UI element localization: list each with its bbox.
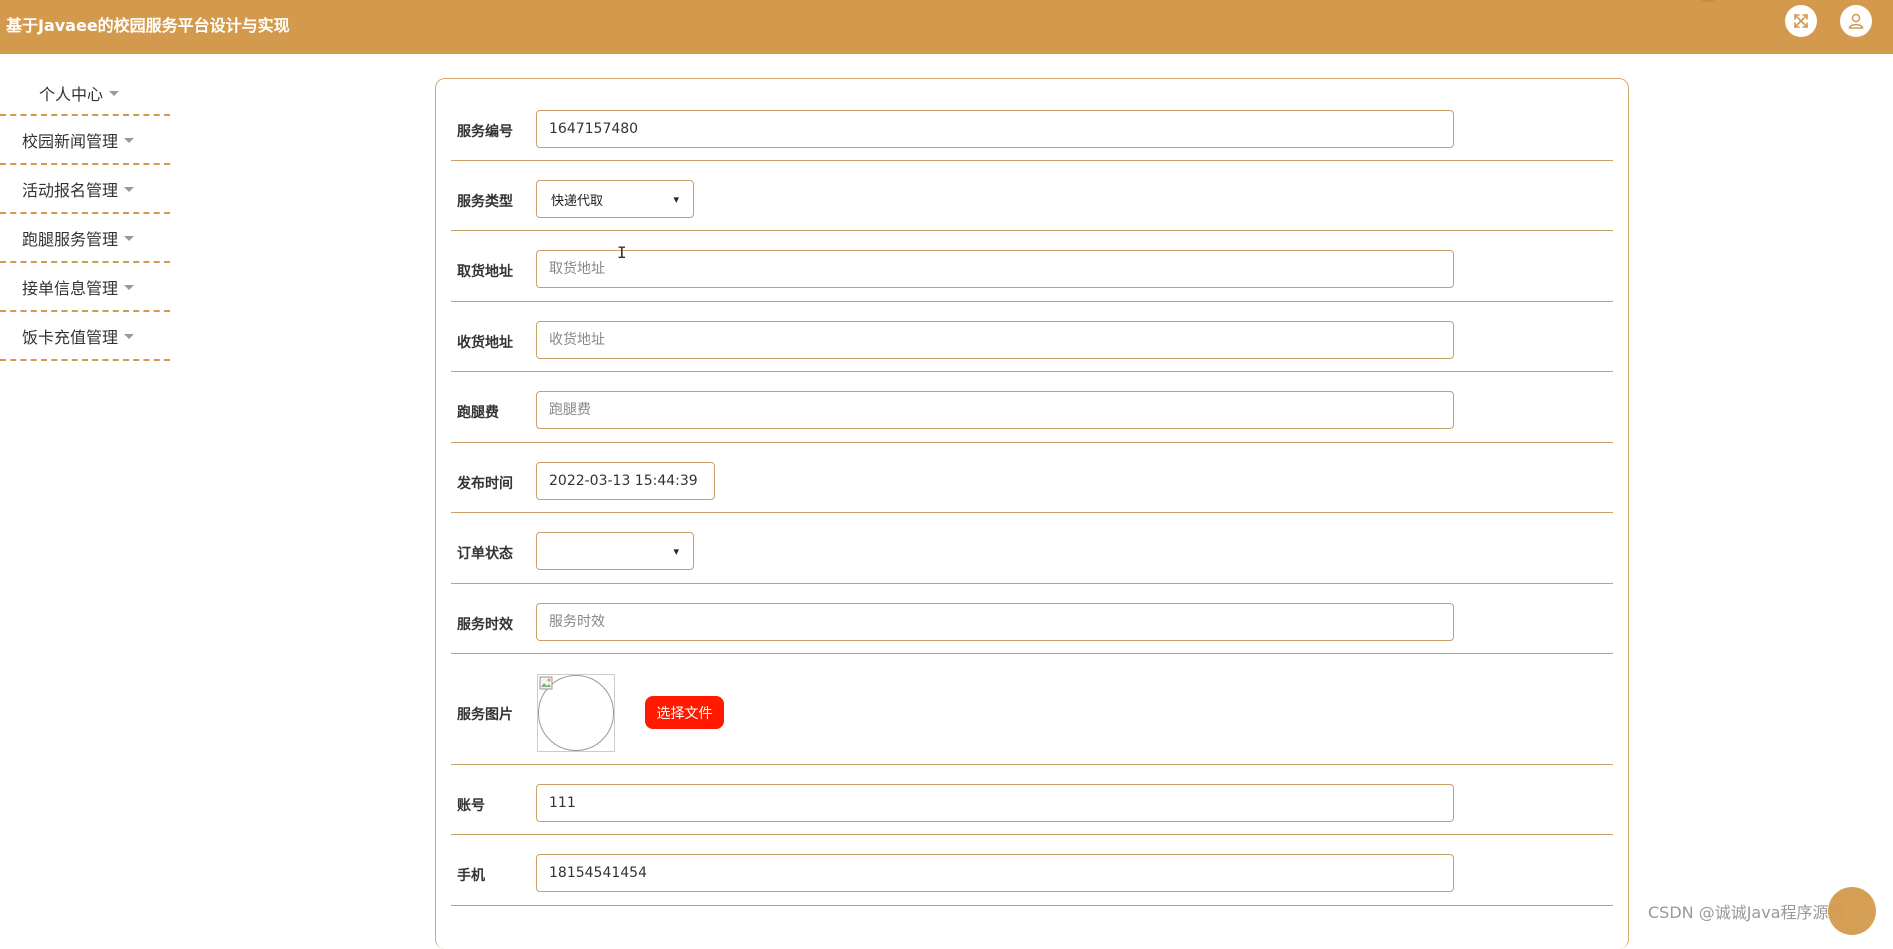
chevron-down-icon: ▾ [673,192,679,206]
form-row-delivery-address: 收货地址 [451,301,1613,372]
caret-down-icon [124,285,135,290]
delivery-address-label: 收货地址 [457,335,513,351]
chevron-down-icon: ▾ [673,544,679,558]
account-input[interactable] [536,784,1454,822]
service-type-select[interactable]: 快递代取 ▾ [536,180,694,218]
pickup-address-input[interactable] [536,250,1454,288]
sidebar-item-label: 接单信息管理 [22,278,119,298]
publish-time-label: 发布时间 [457,476,513,492]
service-no-input[interactable] [536,110,1454,148]
top-header: 基于Javaee的校园服务平台设计与实现 [0,0,1893,54]
caret-down-icon [109,91,120,96]
sidebar-item-meal-card-recharge[interactable]: 饭卡充值管理 [0,312,170,361]
sidebar-nav: 个人中心 校园新闻管理 活动报名管理 跑腿服务管理 接单信息管理 饭卡充值管理 [0,71,170,361]
form-row-fee: 跑腿费 [451,371,1613,443]
caret-down-icon [124,334,135,339]
sidebar-item-order-info[interactable]: 接单信息管理 [0,263,170,312]
user-icon [1848,13,1864,29]
sidebar-item-personal-center[interactable]: 个人中心 [0,71,170,116]
form-row-service-no: 服务编号 [451,79,1613,161]
caret-down-icon [124,187,135,192]
sidebar-item-errand-service[interactable]: 跑腿服务管理 [0,214,170,263]
form-row-service-time: 服务时效 [451,583,1613,654]
caret-down-icon [124,236,135,241]
header-decoration [1696,0,1720,2]
form-row-service-type: 服务类型 快递代取 ▾ [451,160,1613,231]
service-image-preview [537,674,615,752]
service-type-value: 快递代取 [551,193,604,209]
form-row-pickup-address: 取货地址 [451,230,1613,302]
form-row-account: 账号 [451,764,1613,835]
account-label: 账号 [457,798,485,814]
floating-action-button[interactable] [1828,887,1876,935]
sidebar-item-label: 饭卡充值管理 [22,327,119,347]
fee-input[interactable] [536,391,1454,429]
sidebar-item-label: 校园新闻管理 [22,131,119,151]
form-row-publish-time: 发布时间 [451,442,1613,513]
phone-label: 手机 [457,868,485,884]
watermark: CSDN @诚诚Java程序源码 [1648,903,1845,922]
text-cursor-icon: I [617,243,627,262]
service-type-label: 服务类型 [457,194,513,210]
delivery-address-input[interactable] [536,321,1454,359]
form-row-service-image: 服务图片 选择文件 [451,653,1613,765]
sidebar-item-campus-news[interactable]: 校园新闻管理 [0,116,170,165]
sidebar-item-activity-signup[interactable]: 活动报名管理 [0,165,170,214]
service-no-label: 服务编号 [457,124,513,140]
app-title: 基于Javaee的校园服务平台设计与实现 [6,16,290,35]
service-time-input[interactable] [536,603,1454,641]
sidebar-item-label: 活动报名管理 [22,180,119,200]
service-time-label: 服务时效 [457,617,513,633]
form-row-phone: 手机 [451,834,1613,906]
publish-time-input[interactable] [536,462,715,500]
sidebar-item-label: 个人中心 [39,84,104,104]
caret-down-icon [124,138,135,143]
fee-label: 跑腿费 [457,405,499,421]
expand-arrows-icon [1794,14,1808,28]
fullscreen-button[interactable] [1785,5,1817,37]
pickup-address-label: 取货地址 [457,264,513,280]
order-status-label: 订单状态 [457,546,513,562]
service-form: 服务编号 服务类型 快递代取 ▾ 取货地址 收货地址 跑腿费 发布时间 订单状态… [435,78,1629,949]
sidebar-item-label: 跑腿服务管理 [22,229,119,249]
order-status-select[interactable]: ▾ [536,532,694,570]
phone-input[interactable] [536,854,1454,892]
user-button[interactable] [1840,5,1872,37]
form-row-order-status: 订单状态 ▾ [451,512,1613,584]
choose-file-button[interactable]: 选择文件 [645,696,724,729]
service-image-label: 服务图片 [457,707,513,723]
broken-image-icon [539,676,553,690]
